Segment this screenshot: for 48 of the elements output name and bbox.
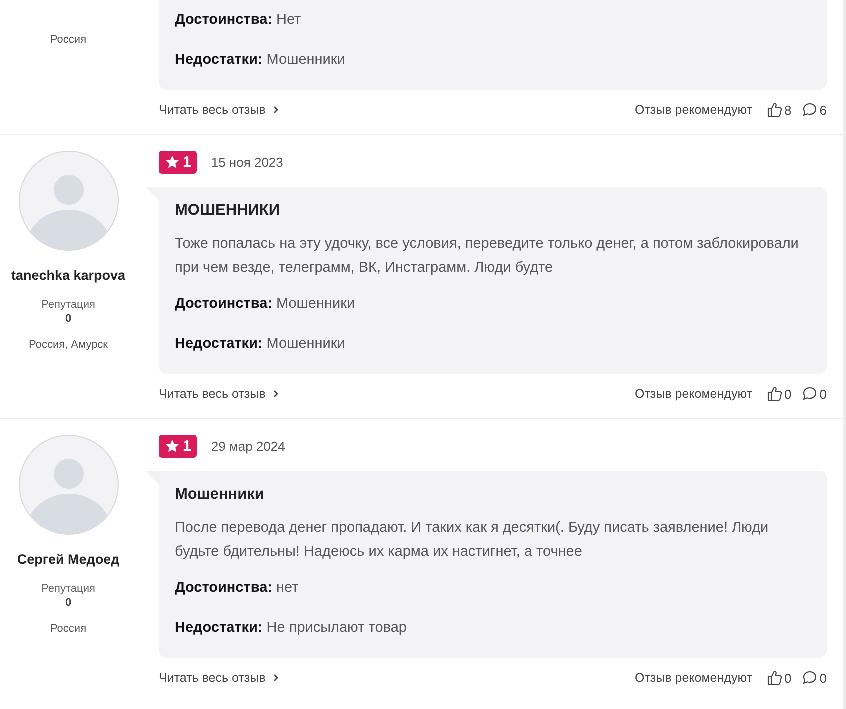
comments-button[interactable]: 0 bbox=[802, 386, 827, 402]
rating-badge: 1 bbox=[159, 151, 198, 174]
read-more-link[interactable]: Читать весь отзыв bbox=[159, 103, 280, 117]
thumbs-up-icon bbox=[766, 102, 783, 118]
review-date: 29 мар 2024 bbox=[211, 439, 286, 454]
comment-icon bbox=[802, 670, 818, 686]
reputation-value: 0 bbox=[65, 597, 72, 609]
read-more-link[interactable]: Читать весь отзыв bbox=[159, 671, 280, 685]
author-name[interactable]: Сергей Медоед bbox=[4, 551, 134, 569]
recommend-label: Отзыв рекомендуют bbox=[634, 103, 753, 117]
author-location: Россия bbox=[50, 623, 87, 635]
like-button[interactable]: 0 bbox=[766, 386, 792, 402]
review-pros: Достоинства: Мошенники bbox=[175, 295, 356, 314]
comments-button[interactable]: 6 bbox=[802, 102, 827, 118]
recommend-label: Отзыв рекомендуют bbox=[634, 671, 753, 685]
review-cons: Недостатки: Не присылают товар bbox=[175, 619, 408, 638]
like-button[interactable]: 8 bbox=[766, 102, 792, 118]
recommend-label: Отзыв рекомендуют bbox=[634, 387, 753, 401]
chevron-right-icon bbox=[272, 389, 280, 399]
review-text: Тоже попалась на эту удочку, все условия, переведите только денег, а потом заблокировали при чем везде, телеграмм, ВК, Инстаграмм. Люди будте bbox=[175, 235, 800, 278]
review-cons: Недостатки: Мошенники bbox=[175, 335, 346, 354]
read-more-link[interactable]: Читать весь отзыв bbox=[159, 387, 280, 401]
review-pros: Достоинства: Нет bbox=[175, 11, 302, 30]
review-title: МОШЕННИКИ bbox=[175, 202, 282, 220]
comments-button[interactable]: 0 bbox=[802, 670, 827, 686]
thumbs-up-icon bbox=[766, 670, 783, 686]
author-location: Россия bbox=[50, 34, 87, 46]
rating-badge: 1 bbox=[159, 435, 198, 458]
reputation-value: 0 bbox=[65, 313, 72, 325]
author-name[interactable]: tanechka karpova bbox=[4, 267, 134, 285]
review-pros: Достоинства: нет bbox=[175, 579, 300, 598]
comment-icon bbox=[802, 386, 818, 402]
review-text: После перевода денег пропадают. И таких как я десятки(. Буду писать заявление! Люди будьте бдительны! Надеюсь их карма их настигнет, а точнее bbox=[175, 519, 770, 562]
star-icon bbox=[165, 439, 180, 454]
avatar-icon bbox=[19, 151, 119, 251]
like-button[interactable]: 0 bbox=[766, 670, 792, 686]
review-cons: Недостатки: Мошенники bbox=[175, 51, 346, 70]
reputation-label: Репутация bbox=[42, 583, 96, 595]
avatar-icon bbox=[19, 435, 119, 535]
review-date: 15 ноя 2023 bbox=[211, 155, 284, 170]
thumbs-up-icon bbox=[766, 386, 783, 402]
comment-icon bbox=[802, 102, 818, 118]
star-icon bbox=[165, 155, 180, 170]
reputation-label: Репутация bbox=[42, 299, 96, 311]
review-title: Мошенники bbox=[175, 486, 266, 504]
chevron-right-icon bbox=[272, 105, 280, 115]
author-location: Россия, Амурск bbox=[28, 339, 108, 351]
chevron-right-icon bbox=[272, 673, 280, 683]
